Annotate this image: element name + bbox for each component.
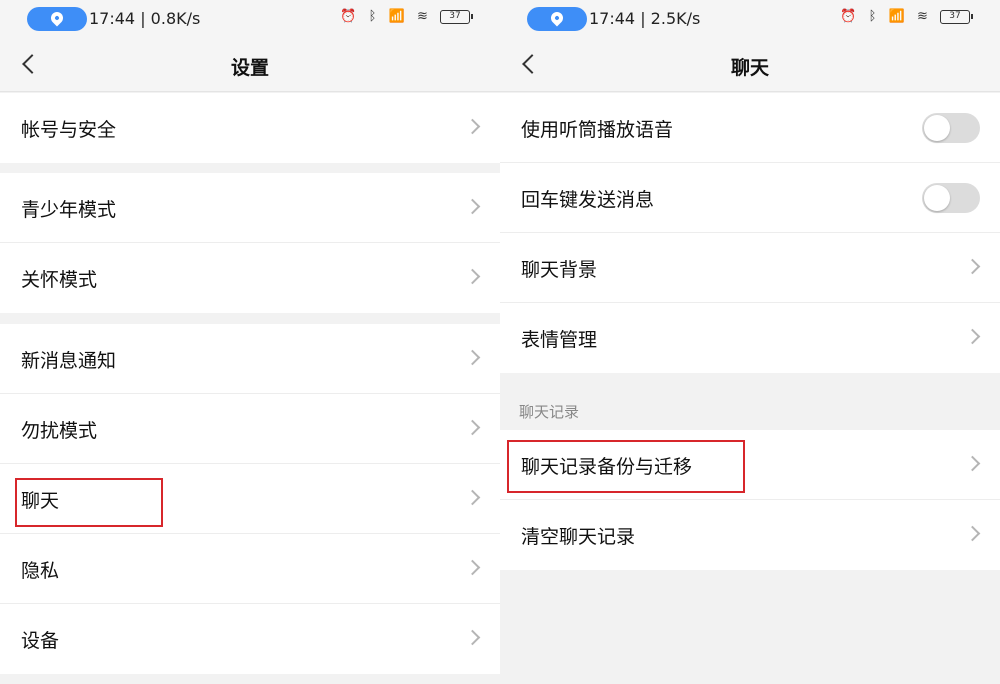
status-time-speed: 17:44 | 0.8K/s (89, 9, 201, 28)
alarm-icon: ⏰ (840, 9, 861, 24)
settings-group-account: 帐号与安全 (0, 93, 500, 163)
location-pill (27, 7, 87, 31)
page-title: 聊天 (730, 57, 769, 79)
screenshot-stage: 17:44 | 0.8K/s ⏰ ᛒ 📶 ≋ 37 设置 帐号与安全 青少年模式… (0, 0, 1000, 684)
section-header-chat-history: 聊天记录 (519, 403, 580, 421)
hd-signal-icon: 📶 (388, 9, 409, 24)
settings-item-do-not-disturb[interactable]: 勿扰模式 (0, 394, 500, 464)
status-icons: ⏰ ᛒ 📶 ≋ 37 (340, 9, 473, 24)
alarm-icon: ⏰ (340, 9, 361, 24)
chevron-right-icon (964, 328, 981, 345)
chat-item-label: 表情管理 (521, 329, 598, 351)
chevron-right-icon (464, 198, 481, 215)
chat-item-label: 聊天背景 (521, 259, 598, 281)
settings-group-general: 新消息通知 勿扰模式 聊天 隐私 设备 (0, 324, 500, 674)
settings-item-label: 新消息通知 (21, 350, 117, 372)
settings-item-label: 关怀模式 (21, 269, 98, 291)
chevron-right-icon (964, 455, 981, 472)
wifi-icon: ≋ (916, 9, 932, 24)
chat-settings-group: 使用听筒播放语音 回车键发送消息 聊天背景 表情管理 (500, 93, 1000, 373)
status-icons: ⏰ ᛒ 📶 ≋ 37 (840, 9, 973, 24)
chevron-right-icon (464, 268, 481, 285)
chat-item-label: 清空聊天记录 (521, 526, 636, 548)
battery-icon: 37 (940, 9, 973, 24)
chat-item-background[interactable]: 聊天背景 (500, 233, 1000, 303)
chat-item-earpiece-playback: 使用听筒播放语音 (500, 93, 1000, 163)
chevron-right-icon (464, 629, 481, 646)
settings-item-label: 帐号与安全 (21, 119, 117, 141)
settings-item-devices[interactable]: 设备 (0, 604, 500, 674)
battery-icon: 37 (440, 9, 473, 24)
status-time-speed: 17:44 | 2.5K/s (589, 9, 701, 28)
page-title: 设置 (230, 57, 269, 79)
chat-item-backup-migrate[interactable]: 聊天记录备份与迁移 (500, 430, 1000, 500)
location-icon (548, 9, 566, 27)
settings-group-modes: 青少年模式 关怀模式 (0, 173, 500, 313)
wifi-icon: ≋ (416, 9, 432, 24)
enter-to-send-toggle[interactable] (922, 183, 980, 213)
settings-item-label: 隐私 (21, 560, 60, 582)
chevron-right-icon (964, 525, 981, 542)
location-icon (48, 9, 66, 27)
status-bar: 17:44 | 2.5K/s ⏰ ᛒ 📶 ≋ 37 (500, 0, 1000, 40)
settings-item-teen-mode[interactable]: 青少年模式 (0, 173, 500, 243)
settings-item-account-security[interactable]: 帐号与安全 (0, 93, 500, 163)
chevron-right-icon (464, 419, 481, 436)
chevron-right-icon (464, 559, 481, 576)
chat-item-label: 聊天记录备份与迁移 (521, 456, 693, 478)
chevron-right-icon (964, 258, 981, 275)
toggle-knob (924, 185, 950, 211)
earpiece-playback-toggle[interactable] (922, 113, 980, 143)
chat-item-clear-history[interactable]: 清空聊天记录 (500, 500, 1000, 570)
bluetooth-icon: ᛒ (368, 9, 381, 24)
settings-item-chat[interactable]: 聊天 (0, 464, 500, 534)
settings-item-label: 青少年模式 (21, 199, 117, 221)
nav-bar: 设置 (0, 40, 500, 92)
chat-item-label: 回车键发送消息 (521, 189, 655, 211)
bluetooth-icon: ᛒ (868, 9, 881, 24)
settings-item-privacy[interactable]: 隐私 (0, 534, 500, 604)
settings-screen: 17:44 | 0.8K/s ⏰ ᛒ 📶 ≋ 37 设置 帐号与安全 青少年模式… (0, 0, 500, 684)
chevron-right-icon (464, 489, 481, 506)
location-pill (527, 7, 587, 31)
chat-settings-screen: 17:44 | 2.5K/s ⏰ ᛒ 📶 ≋ 37 聊天 使用听筒播放语音 回车… (500, 0, 1000, 684)
settings-item-label: 设备 (21, 630, 60, 652)
status-bar: 17:44 | 0.8K/s ⏰ ᛒ 📶 ≋ 37 (0, 0, 500, 40)
settings-item-label: 聊天 (21, 490, 60, 512)
settings-item-care-mode[interactable]: 关怀模式 (0, 243, 500, 313)
chat-item-enter-to-send: 回车键发送消息 (500, 163, 1000, 233)
chat-item-sticker-management[interactable]: 表情管理 (500, 303, 1000, 373)
chat-history-group: 聊天记录备份与迁移 清空聊天记录 (500, 430, 1000, 570)
hd-signal-icon: 📶 (888, 9, 909, 24)
chevron-right-icon (464, 118, 481, 135)
chevron-right-icon (464, 349, 481, 366)
settings-item-notifications[interactable]: 新消息通知 (0, 324, 500, 394)
settings-item-label: 勿扰模式 (21, 420, 98, 442)
toggle-knob (924, 115, 950, 141)
chat-item-label: 使用听筒播放语音 (521, 119, 674, 141)
nav-bar: 聊天 (500, 40, 1000, 92)
